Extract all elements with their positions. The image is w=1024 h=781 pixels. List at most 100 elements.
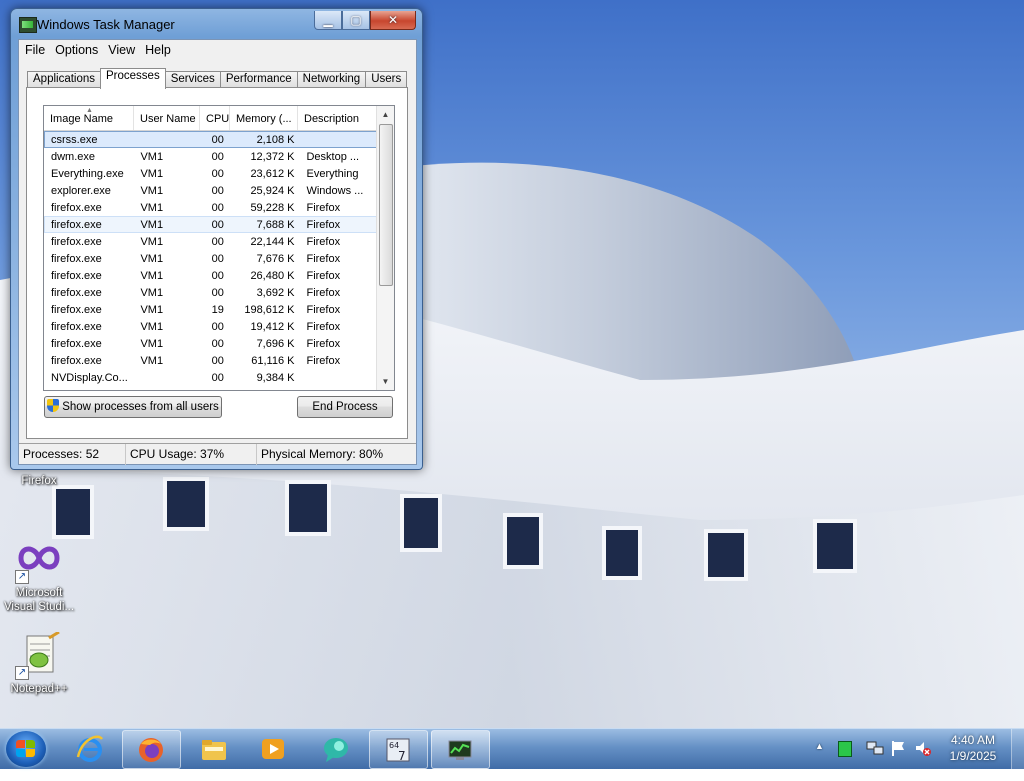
scroll-thumb[interactable]	[379, 124, 393, 286]
user-name-cell: VM1	[140, 253, 164, 265]
column-memory[interactable]: Memory (...	[230, 106, 298, 130]
cpu-cell: 00	[211, 287, 224, 299]
task-manager-icon	[19, 17, 37, 33]
table-row[interactable]: firefox.exe VM1 00 61,116 K Firefox	[44, 352, 377, 369]
cpu-cell: 00	[211, 185, 224, 197]
end-process-button[interactable]: End Process	[297, 396, 393, 418]
memory-cell: 61,116 K	[251, 355, 295, 367]
network-icon[interactable]	[866, 739, 884, 757]
taskbar-media-player[interactable]	[245, 730, 302, 767]
status-bar: Processes: 52 CPU Usage: 37% Physical Me…	[19, 443, 416, 465]
process-list[interactable]: ▲ Image Name User Name CPU Memory (... De…	[43, 105, 395, 391]
menu-options[interactable]: Options	[53, 43, 106, 57]
description-cell: Firefox	[306, 338, 341, 350]
process-name-cell: firefox.exe	[51, 219, 102, 231]
green-status-icon[interactable]	[838, 741, 852, 757]
table-row[interactable]: firefox.exe VM1 00 59,228 K Firefox	[44, 199, 377, 216]
table-row[interactable]: explorer.exe VM1 00 25,924 K Windows ...	[44, 182, 377, 199]
tab-processes[interactable]: Processes	[100, 68, 166, 89]
volume-muted-icon[interactable]	[914, 739, 932, 757]
taskbar: 64 7 ▲ 4:40 AM 1/9/2025	[0, 728, 1024, 769]
memory-cell: 59,228 K	[250, 202, 295, 214]
menu-file[interactable]: File	[23, 43, 53, 57]
taskbar-internet-explorer[interactable]	[62, 730, 119, 767]
desktop-icon-visual-studio[interactable]: ↗ Microsoft Visual Studi...	[2, 536, 76, 614]
user-name-cell: VM1	[140, 168, 164, 180]
description-cell: Firefox	[306, 270, 341, 282]
table-row[interactable]: firefox.exe VM1 00 7,676 K Firefox	[44, 250, 377, 267]
table-row[interactable]: firefox.exe VM1 19 198,612 K Firefox	[44, 301, 377, 318]
column-user-name[interactable]: User Name	[134, 106, 200, 130]
process-name-cell: explorer.exe	[51, 185, 111, 197]
process-name-cell: firefox.exe	[51, 202, 102, 214]
description-cell: Firefox	[306, 321, 341, 333]
task-manager-window[interactable]: Windows Task Manager ▁ ▢ ✕ File Options …	[10, 8, 423, 470]
description-cell: Firefox	[306, 253, 341, 265]
scroll-down-arrow-icon[interactable]: ▼	[377, 373, 394, 390]
cpu-cell: 00	[211, 219, 224, 231]
vertical-scrollbar[interactable]: ▲ ▼	[376, 106, 394, 390]
cpu-cell: 19	[211, 304, 224, 316]
process-name-cell: firefox.exe	[51, 321, 102, 333]
description-cell: Desktop ...	[306, 151, 360, 163]
menu-view[interactable]: View	[106, 43, 143, 57]
memory-cell: 12,372 K	[250, 151, 295, 163]
list-header: ▲ Image Name User Name CPU Memory (... De…	[44, 106, 394, 131]
taskbar-task-manager[interactable]	[431, 730, 490, 769]
user-name-cell: VM1	[140, 304, 164, 316]
show-hidden-icons-arrow[interactable]: ▲	[815, 741, 824, 781]
show-all-processes-button[interactable]: Show processes from all users	[44, 396, 222, 418]
table-row[interactable]: csrss.exe 00 2,108 K	[44, 131, 377, 148]
table-row[interactable]: dwm.exe VM1 00 12,372 K Desktop ...	[44, 148, 377, 165]
windows-explorer-icon	[202, 740, 226, 760]
status-physical-memory: Physical Memory: 80%	[261, 447, 384, 461]
memory-cell: 25,924 K	[250, 185, 295, 197]
maximize-button[interactable]: ▢	[342, 11, 370, 30]
taskbar-64-7-app[interactable]: 64 7	[369, 730, 428, 769]
process-name-cell: csrss.exe	[51, 134, 98, 146]
user-name-cell: VM1	[140, 151, 164, 163]
column-description[interactable]: Description	[298, 106, 378, 130]
taskbar-firefox[interactable]	[122, 730, 181, 769]
column-image-name[interactable]: ▲ Image Name	[44, 106, 134, 130]
cpu-cell: 00	[211, 236, 224, 248]
windows-logo-icon	[16, 740, 36, 758]
cpu-cell: 00	[211, 321, 224, 333]
process-name-cell: firefox.exe	[51, 236, 102, 248]
close-button[interactable]: ✕	[370, 11, 416, 30]
minimize-button[interactable]: ▁	[314, 11, 342, 30]
memory-cell: 7,688 K	[256, 219, 295, 231]
desktop-icon-notepad-plus-plus[interactable]: ↗ Notepad++	[2, 630, 76, 696]
taskbar-windows-explorer[interactable]	[186, 730, 243, 767]
process-name-cell: firefox.exe	[51, 338, 102, 350]
system-clock[interactable]: 4:40 AM 1/9/2025	[938, 732, 1008, 764]
user-name-cell	[134, 132, 200, 147]
memory-cell: 7,676 K	[256, 253, 295, 265]
scroll-up-arrow-icon[interactable]: ▲	[377, 106, 394, 123]
action-center-flag-icon[interactable]	[890, 739, 906, 757]
clock-time: 4:40 AM	[950, 733, 996, 747]
desktop-icon-label: Notepad++	[10, 683, 68, 695]
table-row[interactable]: firefox.exe VM1 00 7,688 K Firefox	[44, 216, 377, 233]
table-row[interactable]: firefox.exe VM1 00 26,480 K Firefox	[44, 267, 377, 284]
cpu-cell: 00	[211, 168, 224, 180]
table-row[interactable]: firefox.exe VM1 00 7,696 K Firefox	[44, 335, 377, 352]
memory-cell: 198,612 K	[244, 304, 295, 316]
processes-panel: ▲ Image Name User Name CPU Memory (... De…	[26, 87, 408, 439]
column-cpu[interactable]: CPU	[200, 106, 230, 130]
sort-arrow-icon: ▲	[86, 107, 93, 114]
table-row[interactable]: firefox.exe VM1 00 19,412 K Firefox	[44, 318, 377, 335]
table-row[interactable]: Everything.exe VM1 00 23,612 K Everything	[44, 165, 377, 182]
status-cpu-usage: CPU Usage: 37%	[126, 444, 257, 465]
table-row[interactable]: NVDisplay.Co... 00 9,384 K	[44, 369, 377, 386]
table-row[interactable]: firefox.exe VM1 00 3,692 K Firefox	[44, 284, 377, 301]
firefox-icon	[139, 738, 163, 762]
show-desktop-button[interactable]	[1011, 729, 1024, 769]
taskbar-chat[interactable]	[308, 730, 365, 767]
tab-strip: Applications Processes Services Performa…	[27, 68, 408, 89]
media-player-icon	[262, 739, 284, 759]
start-button[interactable]	[6, 731, 46, 767]
status-processes: Processes: 52	[19, 444, 126, 465]
menu-help[interactable]: Help	[143, 43, 179, 57]
table-row[interactable]: firefox.exe VM1 00 22,144 K Firefox	[44, 233, 377, 250]
